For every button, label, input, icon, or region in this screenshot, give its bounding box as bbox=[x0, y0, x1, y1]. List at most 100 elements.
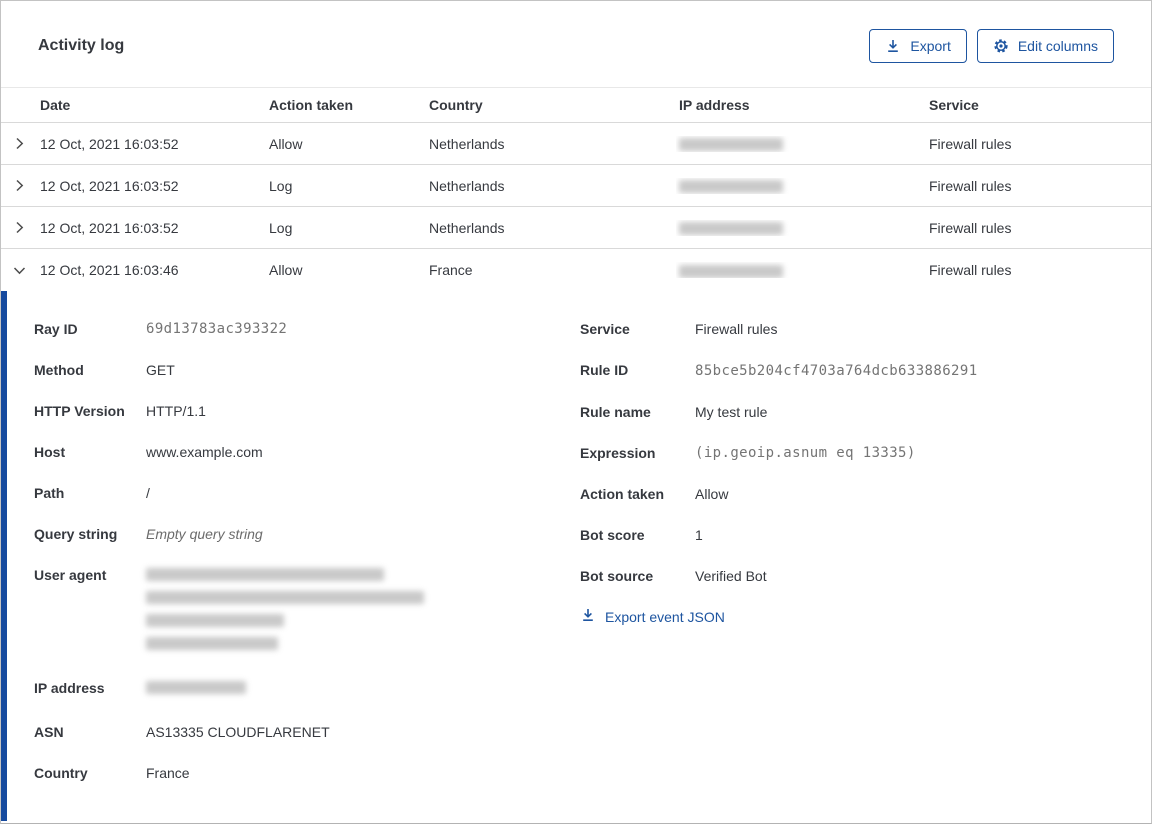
chevron-down-icon[interactable] bbox=[1, 262, 37, 279]
detail-field-label: Action taken bbox=[580, 486, 665, 502]
chevron-right-icon[interactable] bbox=[1, 177, 37, 194]
detail-field-value: My test rule bbox=[695, 404, 768, 420]
detail-field: Ray ID 69d13783ac393322 bbox=[34, 317, 580, 342]
export-event-json-link[interactable]: Export event JSON bbox=[580, 607, 725, 626]
row-date: 12 Oct, 2021 16:03:46 bbox=[40, 262, 179, 278]
column-header-country: Country bbox=[429, 97, 483, 113]
detail-field: ASN AS13335 CLOUDFLARENET bbox=[34, 720, 580, 745]
detail-field-value: www.example.com bbox=[146, 444, 263, 460]
detail-field-value: Verified Bot bbox=[695, 568, 767, 584]
detail-field: Method GET bbox=[34, 358, 580, 383]
row-service: Firewall rules bbox=[929, 262, 1012, 278]
column-header-service: Service bbox=[929, 97, 979, 113]
detail-field-label: Rule name bbox=[580, 404, 651, 420]
event-detail-panel: Ray ID 69d13783ac393322 Method GET HTTP … bbox=[1, 291, 1151, 821]
export-button-label: Export bbox=[910, 38, 951, 54]
detail-left-column: Ray ID 69d13783ac393322 Method GET HTTP … bbox=[34, 317, 580, 821]
detail-field-value: 1 bbox=[695, 527, 703, 543]
detail-field-value: Firewall rules bbox=[695, 321, 778, 337]
detail-field-label: Query string bbox=[34, 526, 118, 542]
detail-field: Expression (ip.geoip.asnum eq 13335) bbox=[580, 441, 1131, 466]
detail-field-label: HTTP Version bbox=[34, 403, 125, 419]
chevron-right-icon[interactable] bbox=[1, 135, 37, 152]
detail-field-label: Rule ID bbox=[580, 362, 629, 378]
column-header-ip: IP address bbox=[679, 97, 750, 113]
detail-field: Bot source Verified Bot bbox=[580, 564, 1131, 589]
row-service: Firewall rules bbox=[929, 177, 1012, 194]
detail-field-value: / bbox=[146, 485, 150, 501]
detail-field: Rule name My test rule bbox=[580, 400, 1131, 425]
detail-field-value: GET bbox=[146, 362, 175, 378]
export-event-json-label: Export event JSON bbox=[605, 608, 725, 625]
detail-field: Query string Empty query string bbox=[34, 522, 580, 547]
row-country: Netherlands bbox=[429, 177, 505, 194]
redacted-text-line bbox=[146, 681, 246, 694]
table-row[interactable]: 12 Oct, 2021 16:03:52 Log Netherlands Fi… bbox=[1, 165, 1151, 207]
detail-field-value: (ip.geoip.asnum eq 13335) bbox=[695, 445, 916, 461]
row-action-taken: Log bbox=[269, 219, 293, 236]
redacted-ip bbox=[679, 138, 783, 152]
row-service: Firewall rules bbox=[929, 135, 1012, 152]
redacted-ip bbox=[679, 180, 783, 194]
detail-field-label: User agent bbox=[34, 567, 107, 583]
redacted-text-line bbox=[146, 614, 284, 627]
detail-field: Host www.example.com bbox=[34, 440, 580, 465]
detail-field-value: AS13335 CLOUDFLARENET bbox=[146, 724, 330, 740]
detail-field: Country France bbox=[34, 761, 580, 786]
row-ip-redacted bbox=[676, 220, 926, 236]
detail-field-value: Allow bbox=[695, 486, 729, 502]
detail-field-value: 69d13783ac393322 bbox=[146, 321, 288, 337]
row-country: France bbox=[429, 262, 473, 278]
column-header-date: Date bbox=[40, 97, 71, 113]
table-row[interactable]: 12 Oct, 2021 16:03:46 Allow France Firew… bbox=[1, 249, 1151, 291]
detail-field-label: Host bbox=[34, 444, 66, 460]
table-body: 12 Oct, 2021 16:03:52 Allow Netherlands … bbox=[1, 123, 1151, 291]
detail-field: Path / bbox=[34, 481, 580, 506]
row-country: Netherlands bbox=[429, 219, 505, 236]
row-ip-redacted bbox=[676, 178, 926, 194]
row-action-taken: Allow bbox=[269, 135, 303, 152]
detail-field: IP address bbox=[34, 676, 580, 704]
row-ip-redacted bbox=[676, 262, 926, 278]
detail-field-label: Service bbox=[580, 321, 630, 337]
detail-field-value: 85bce5b204cf4703a764dcb633886291 bbox=[695, 363, 978, 379]
gear-icon bbox=[993, 38, 1009, 54]
detail-field-label: Method bbox=[34, 362, 84, 378]
detail-field-value: HTTP/1.1 bbox=[146, 403, 206, 419]
detail-field: Rule ID 85bce5b204cf4703a764dcb633886291 bbox=[580, 358, 1131, 384]
redacted-value bbox=[146, 563, 424, 660]
chevron-right-icon[interactable] bbox=[1, 219, 37, 236]
detail-field-label: Country bbox=[34, 765, 88, 781]
table-row[interactable]: 12 Oct, 2021 16:03:52 Allow Netherlands … bbox=[1, 123, 1151, 165]
detail-field: Bot score 1 bbox=[580, 523, 1131, 548]
toolbar: Export Edit columns bbox=[869, 29, 1114, 63]
detail-field-label: Bot source bbox=[580, 568, 654, 584]
redacted-text-line bbox=[146, 637, 278, 650]
column-header-action: Action taken bbox=[269, 97, 354, 113]
edit-columns-button-label: Edit columns bbox=[1017, 38, 1098, 54]
detail-right-column: Service Firewall rules Rule ID 85bce5b20… bbox=[580, 317, 1131, 821]
download-icon bbox=[885, 38, 901, 54]
redacted-ip bbox=[679, 222, 783, 236]
redacted-text-line bbox=[146, 568, 384, 581]
detail-field-label: ASN bbox=[34, 724, 64, 740]
detail-field-label: Path bbox=[34, 485, 65, 501]
row-date: 12 Oct, 2021 16:03:52 bbox=[40, 135, 179, 152]
row-ip-redacted bbox=[676, 136, 926, 152]
detail-field-label: Expression bbox=[580, 445, 656, 461]
detail-field-label: IP address bbox=[34, 680, 105, 696]
activity-log-panel: Activity log Export Edit columns Date Ac… bbox=[0, 0, 1152, 824]
row-date: 12 Oct, 2021 16:03:52 bbox=[40, 177, 179, 194]
row-action-taken: Allow bbox=[269, 262, 303, 278]
row-action-taken: Log bbox=[269, 177, 293, 194]
detail-field: HTTP Version HTTP/1.1 bbox=[34, 399, 580, 424]
redacted-text-line bbox=[146, 591, 424, 604]
redacted-value bbox=[146, 676, 246, 704]
detail-field: Service Firewall rules bbox=[580, 317, 1131, 342]
table-row[interactable]: 12 Oct, 2021 16:03:52 Log Netherlands Fi… bbox=[1, 207, 1151, 249]
detail-field: Action taken Allow bbox=[580, 482, 1131, 507]
edit-columns-button[interactable]: Edit columns bbox=[976, 29, 1114, 63]
detail-field: User agent bbox=[34, 563, 580, 660]
export-button[interactable]: Export bbox=[869, 29, 967, 63]
row-service: Firewall rules bbox=[929, 219, 1012, 236]
